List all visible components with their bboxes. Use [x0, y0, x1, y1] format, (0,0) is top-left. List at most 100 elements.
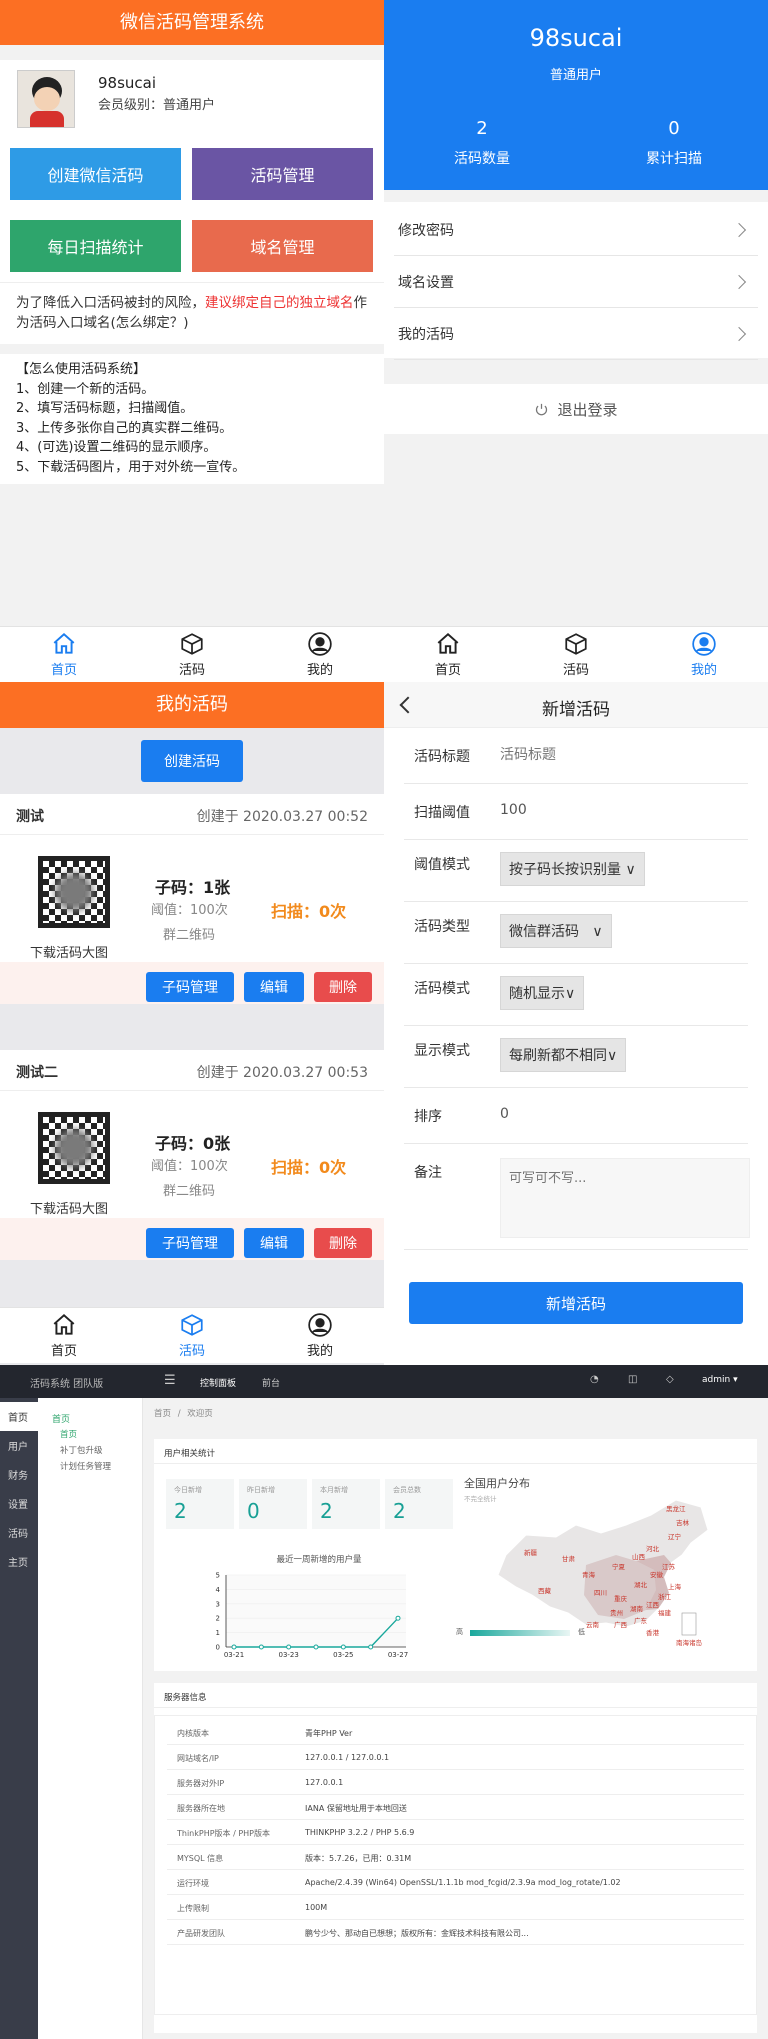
submit-new-qrcode-button[interactable]: 新增活码: [409, 1282, 743, 1324]
domain-manage-tile[interactable]: 域名管理: [192, 220, 373, 272]
title-input[interactable]: [500, 742, 720, 768]
sidebar-item-qrcode[interactable]: 活码: [0, 1518, 38, 1547]
sidebar-item-home[interactable]: 首页: [0, 1402, 38, 1431]
chevron-down-icon: ∨: [625, 862, 636, 878]
tab-mine[interactable]: 我的: [256, 1308, 384, 1363]
notice-highlight[interactable]: 建议绑定自己的独立域名: [205, 295, 354, 311]
sidebar-item-settings[interactable]: 设置: [0, 1489, 38, 1518]
card-title: 测试二: [16, 1065, 58, 1081]
delete-button[interactable]: 删除: [314, 972, 372, 1002]
qrcode-image[interactable]: [38, 856, 110, 928]
subnav-item-home[interactable]: 首页: [60, 1428, 77, 1440]
server-info-key: 产品研发团队: [177, 1929, 225, 1938]
tab-mine[interactable]: 我的: [640, 627, 768, 682]
create-qrcode-tile[interactable]: 创建微信活码: [10, 148, 181, 200]
download-link[interactable]: 下载活码大图: [30, 942, 108, 961]
threshold-mode-select[interactable]: 按子码长按识别量 ∨: [500, 852, 645, 886]
tab-home[interactable]: 首页: [0, 1308, 128, 1363]
nav-dashboard[interactable]: 控制面板: [200, 1376, 236, 1389]
server-info-table: 内核版本 青年PHP Ver 网站域名/IP 127.0.0.1 / 127.0.0.…: [154, 1715, 757, 2015]
tab-qrcode[interactable]: 活码: [128, 1308, 256, 1363]
card-created: 创建于 2020.03.27 00:52: [196, 809, 368, 825]
display-mode-select[interactable]: 每刷新都不相同∨: [500, 1038, 627, 1072]
daily-scan-stats-tile[interactable]: 每日扫描统计: [10, 220, 181, 272]
subnav-item-patch[interactable]: 补丁包升级: [60, 1444, 103, 1456]
qrcode-manage-tile[interactable]: 活码管理: [192, 148, 373, 200]
sidebar-item-finance[interactable]: 财务: [0, 1460, 38, 1489]
sub-manage-button[interactable]: 子码管理: [146, 1228, 234, 1258]
tab-label: 我的: [306, 1344, 333, 1359]
domain-notice: 为了降低入口活码被封的风险，建议绑定自己的独立域名作为活码入口域名(怎么绑定？): [0, 282, 384, 344]
logout-button[interactable]: 退出登录: [384, 384, 768, 434]
field-label: 备注: [414, 1165, 442, 1181]
download-link[interactable]: 下载活码大图: [30, 1198, 108, 1217]
card-title: 服务器信息: [164, 1693, 207, 1703]
chart-title: 最近一周新增的用户量: [276, 1555, 362, 1565]
breadcrumb-home[interactable]: 首页: [154, 1409, 171, 1419]
breadcrumb: 首页 / 欢迎页: [154, 1407, 213, 1419]
tab-mine[interactable]: 我的: [256, 627, 384, 682]
admin-user-menu[interactable]: admin ▾: [702, 1375, 738, 1385]
form-row-threshold: 扫描阈值 100: [404, 784, 748, 840]
menu-my-qrcodes[interactable]: 我的活码: [394, 308, 758, 360]
home-icon: [53, 1313, 75, 1335]
delete-button[interactable]: 删除: [314, 1228, 372, 1258]
howto-step: 2、填写活码标题，扫描阈值。: [16, 401, 194, 416]
member-level: 会员级别：普通用户: [98, 98, 216, 113]
create-qrcode-button[interactable]: 创建活码: [141, 740, 243, 782]
logout-label: 退出登录: [557, 400, 618, 419]
server-info-row: MYSQL 信息 版本：5.7.26，已用：0.31M: [167, 1845, 744, 1870]
stat-label: 今日新增: [174, 1486, 202, 1494]
order-input[interactable]: 0: [500, 1106, 509, 1122]
sub-manage-button[interactable]: 子码管理: [146, 972, 234, 1002]
y-tick-label: 2: [216, 1615, 220, 1623]
stat-qrcode-count-label: 活码数量: [454, 151, 510, 167]
tab-home[interactable]: 首页: [384, 627, 512, 682]
map-label: 重庆: [614, 1595, 627, 1603]
admin-subnav: 首页 首页 补丁包升级 计划任务管理: [38, 1398, 143, 2039]
admin-topbar: 活码系统 团队版 ☰ 控制面板 前台 ◔ ◫ ◇ admin ▾: [0, 1365, 768, 1398]
avatar[interactable]: [17, 70, 75, 128]
stat-label: 本月新增: [320, 1486, 348, 1494]
sidebar-item-users[interactable]: 用户: [0, 1431, 38, 1460]
menu-change-password[interactable]: 修改密码: [394, 204, 758, 256]
user-stats-card: 用户相关统计 今日新增 2 昨日新增 0 本月新增 2 会员总数 2 最近一周新增的用户…: [154, 1439, 757, 1671]
server-info-key: 上传限制: [177, 1904, 209, 1913]
tag-icon[interactable]: ◇: [666, 1374, 674, 1385]
breadcrumb-separator: /: [177, 1409, 181, 1419]
qrcode-pattern-select[interactable]: 随机显示∨: [500, 976, 585, 1010]
tab-label: 首页: [434, 663, 461, 678]
shirt-icon[interactable]: ◫: [628, 1374, 637, 1385]
stat-total-scans-label: 累计扫描: [646, 151, 702, 167]
tab-label: 我的: [306, 663, 333, 678]
edit-button[interactable]: 编辑: [244, 1228, 304, 1258]
tab-home[interactable]: 首页: [0, 627, 128, 682]
bell-icon[interactable]: ◔: [590, 1374, 599, 1385]
edit-button[interactable]: 编辑: [244, 972, 304, 1002]
threshold-input[interactable]: 100: [500, 802, 527, 818]
remark-textarea[interactable]: [500, 1158, 750, 1238]
stat-month: 本月新增 2: [312, 1479, 380, 1529]
box-icon: [565, 633, 587, 655]
server-info-row: 服务器对外IP 127.0.0.1: [167, 1770, 744, 1795]
qrcode-image[interactable]: [38, 1112, 110, 1184]
subnav-item-cron[interactable]: 计划任务管理: [60, 1460, 111, 1472]
qrcode-type-select[interactable]: 微信群活码 ∨: [500, 914, 612, 948]
howto-title: 【怎么使用活码系统】: [16, 362, 147, 377]
sidebar-item-main[interactable]: 主页: [0, 1547, 38, 1576]
select-value: 每刷新都不相同: [509, 1048, 607, 1064]
map-label: 湖南: [630, 1605, 643, 1613]
field-label: 排序: [414, 1109, 442, 1125]
tab-label: 首页: [50, 663, 77, 678]
map-label: 青海: [582, 1571, 595, 1579]
admin-username: admin: [702, 1375, 731, 1385]
menu-toggle-icon[interactable]: ☰: [164, 1374, 176, 1387]
page-title: 新增活码: [542, 700, 610, 720]
data-point: [258, 1644, 264, 1650]
tab-qrcode[interactable]: 活码: [128, 627, 256, 682]
menu-domain-settings[interactable]: 域名设置: [394, 256, 758, 308]
tab-qrcode[interactable]: 活码: [512, 627, 640, 682]
y-tick-label: 0: [216, 1644, 220, 1652]
menu-label: 我的活码: [398, 326, 454, 343]
nav-frontend[interactable]: 前台: [262, 1376, 280, 1389]
